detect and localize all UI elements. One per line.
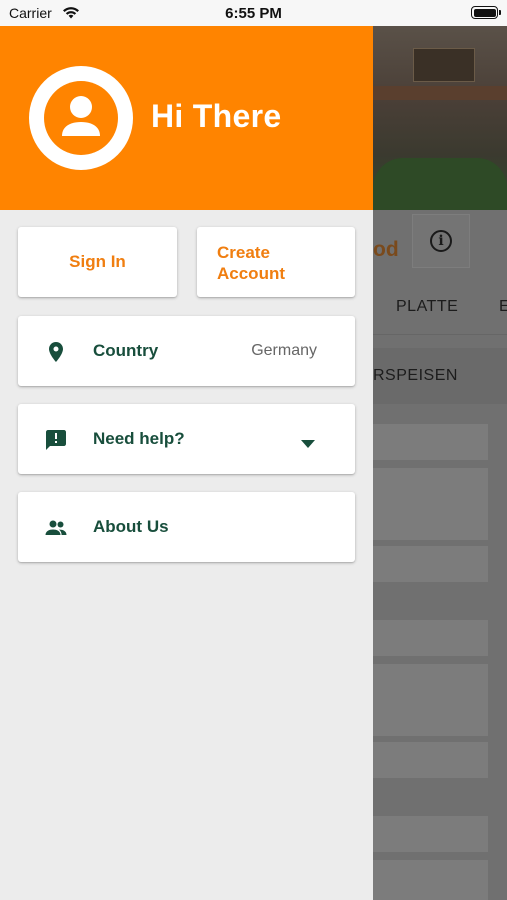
restaurant-name: od: [373, 238, 399, 261]
people-icon: [44, 516, 68, 540]
placeholder-block: [373, 860, 488, 900]
category-tab: PLATTE: [396, 298, 459, 315]
status-bar: Carrier 6:55 PM: [0, 0, 507, 26]
menu-section-header: RSPEISEN: [373, 348, 507, 404]
placeholder-block: [373, 816, 488, 852]
placeholder-block: [373, 620, 488, 656]
need-help-item[interactable]: Need help?: [18, 404, 355, 474]
info-icon: i: [430, 230, 452, 252]
restaurant-hero-image: [373, 26, 507, 210]
chevron-down-icon[interactable]: [301, 435, 315, 453]
info-button: i: [412, 214, 470, 268]
about-us-label: About Us: [93, 517, 169, 536]
country-value: Germany: [251, 342, 317, 359]
country-label: Country: [93, 341, 159, 360]
category-tab: E: [499, 298, 507, 315]
menu-section-label: RSPEISEN: [373, 367, 458, 384]
sign-in-label: Sign In: [69, 252, 126, 271]
about-us-item[interactable]: About Us: [18, 492, 355, 562]
clock: 6:55 PM: [225, 5, 282, 22]
need-help-label: Need help?: [93, 429, 185, 448]
placeholder-block: [373, 742, 488, 778]
country-selector[interactable]: Country Germany: [18, 316, 355, 386]
feedback-icon: [44, 428, 68, 452]
battery-icon: [471, 6, 501, 19]
create-account-label: Create Account: [217, 243, 285, 283]
user-avatar-icon[interactable]: [29, 66, 133, 170]
placeholder-block: [373, 424, 488, 460]
placeholder-block: [373, 468, 488, 540]
sign-in-button[interactable]: Sign In: [18, 227, 177, 297]
category-tabs: PLATTE E: [373, 280, 507, 335]
background-app-scrim[interactable]: od i PLATTE E RSPEISEN: [373, 26, 507, 900]
greeting-title: Hi There: [151, 98, 282, 134]
navigation-drawer: Hi There Sign In Create Account Country …: [0, 26, 373, 900]
placeholder-block: [373, 664, 488, 736]
drawer-header: Hi There: [0, 26, 373, 210]
placeholder-block: [373, 546, 488, 582]
create-account-button[interactable]: Create Account: [197, 227, 355, 297]
location-pin-icon: [44, 340, 68, 364]
